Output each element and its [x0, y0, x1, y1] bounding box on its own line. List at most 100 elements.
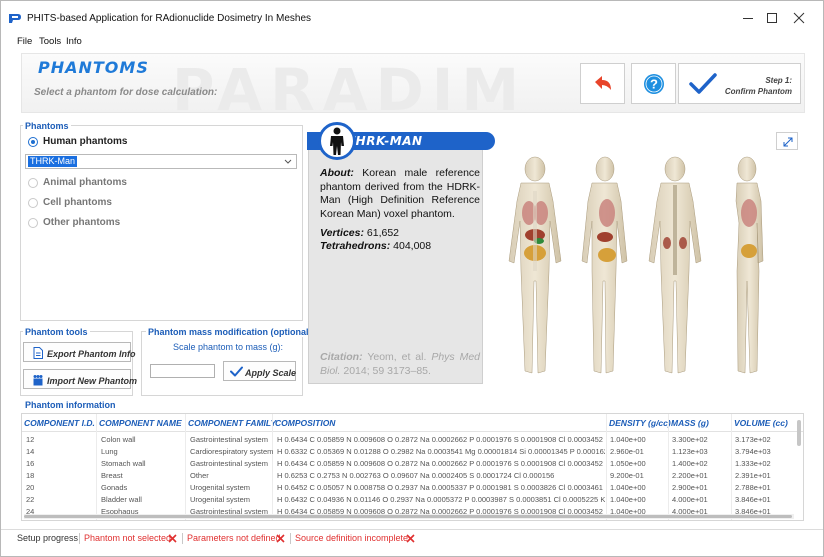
phantom-avatar — [318, 122, 356, 160]
menu-tools[interactable]: Tools — [39, 36, 61, 47]
title-bar[interactable]: PHITS-based Application for RAdionuclide… — [1, 1, 823, 35]
app-logo-icon — [9, 14, 21, 23]
expand-view-button[interactable] — [776, 132, 798, 150]
table-row[interactable]: 12 Colon wall Gastrointestinal system H 0.6… — [22, 434, 797, 446]
phantom-select[interactable]: THRK-Man — [25, 154, 297, 169]
cell-composition: H 0.6452 C 0.05057 N 0.008758 O 0.2937 N… — [277, 483, 605, 492]
cell-density: 1.050e+00 — [610, 459, 646, 468]
selected-phantom-value: THRK-Man — [28, 156, 78, 167]
chevron-down-icon — [284, 159, 292, 164]
cell-component-id: 18 — [26, 471, 35, 480]
header-watermark: PARADIM — [172, 56, 528, 113]
mass-modification-label: Phantom mass modification (optional) — [146, 327, 314, 337]
cell-density: 1.040e+00 — [610, 483, 646, 492]
close-icon[interactable] — [792, 11, 806, 25]
cell-volume: 3.794e+03 — [735, 447, 771, 456]
scroll-thumb[interactable] — [24, 515, 792, 518]
export-phantom-info-button[interactable]: Export Phantom Info — [23, 342, 136, 362]
col-composition[interactable]: COMPOSITION — [275, 418, 335, 428]
back-button[interactable] — [580, 63, 625, 104]
col-mass[interactable]: MASS (g) — [671, 418, 709, 428]
cell-composition: H 0.6332 C 0.05369 N 0.01288 O 0.2982 Na… — [277, 447, 605, 456]
cell-mass: 2.900e+01 — [672, 483, 708, 492]
undo-arrow-icon — [595, 76, 611, 90]
question-mark-icon: ? — [644, 74, 664, 94]
table-row[interactable]: 16 Stomach wall Gastrointestinal system H 0… — [22, 458, 797, 470]
step-number: Step 1: — [765, 76, 792, 85]
cell-composition: H 0.6432 C 0.04936 N 0.01146 O 0.2937 Na… — [277, 495, 605, 504]
svg-text:?: ? — [650, 77, 658, 92]
app-window: PHITS-based Application for RAdionuclide… — [0, 0, 824, 557]
cell-component-id: 22 — [26, 495, 35, 504]
phantom-info-table[interactable]: COMPONENT I.D. COMPONENT NAME COMPONENT … — [21, 413, 804, 521]
cell-component-name: Colon wall — [101, 435, 136, 444]
radio-dot — [28, 137, 38, 147]
scale-mass-label: Scale phantom to mass (g): — [173, 342, 284, 352]
cell-component-id: 16 — [26, 459, 35, 468]
table-row[interactable]: 22 Bladder wall Urogenital system H 0.6432 … — [22, 494, 797, 506]
import-new-phantom-button[interactable]: Import New Phantom — [23, 369, 137, 389]
phantom-3d-view[interactable] — [495, 151, 785, 391]
page-header: PARADIM PHANTOMS Select a phantom for do… — [21, 53, 805, 113]
vertices-label: Vertices: — [320, 227, 364, 239]
maximize-icon[interactable] — [765, 11, 779, 25]
table-row[interactable]: 20 Gonads Urogenital system H 0.6452 C 0.05… — [22, 482, 797, 494]
phantoms-group-label: Phantoms — [23, 121, 71, 131]
error-x-icon — [406, 534, 415, 543]
col-component-family[interactable]: COMPONENT FAMILY — [188, 418, 276, 428]
cell-component-name: Lung — [101, 447, 118, 456]
phantom-oblique-view — [581, 156, 628, 374]
apply-scale-label: Apply Scale — [245, 368, 297, 378]
confirm-phantom-button[interactable]: Step 1: Confirm Phantom — [678, 63, 801, 104]
cell-composition: H 0.6434 C 0.05859 N 0.009608 O 0.2872 N… — [277, 459, 605, 468]
menu-info[interactable]: Info — [66, 36, 82, 47]
tetrahedrons-stat: Tetrahedrons: 404,008 — [320, 240, 431, 252]
phantom-information-label: Phantom information — [23, 400, 118, 410]
window-title: PHITS-based Application for RAdionuclide… — [27, 13, 312, 24]
col-density[interactable]: DENSITY (g/cc) — [609, 418, 671, 428]
radio-dot — [28, 218, 38, 228]
cell-volume: 3.846e+01 — [735, 495, 771, 504]
setup-progress-label: Setup progress — [17, 533, 79, 543]
menu-bar: File Tools Info — [1, 35, 823, 49]
col-volume[interactable]: VOLUME (cc) — [734, 418, 788, 428]
radio-label: Animal phantoms — [43, 177, 127, 188]
cell-component-id: 20 — [26, 483, 35, 492]
apply-scale-button[interactable]: Apply Scale — [223, 361, 296, 381]
import-new-phantom-label: Import New Phantom — [47, 376, 138, 386]
cell-density: 2.960e-01 — [610, 447, 644, 456]
menu-file[interactable]: File — [17, 36, 32, 47]
mass-input[interactable] — [150, 364, 215, 378]
table-horizontal-scrollbar[interactable] — [24, 514, 794, 519]
cell-mass: 3.300e+02 — [672, 435, 708, 444]
cell-component-name: Bladder wall — [101, 495, 142, 504]
error-x-icon — [276, 534, 285, 543]
radio-dot — [28, 178, 38, 188]
radio-label: Human phantoms — [43, 136, 128, 147]
col-component-name[interactable]: COMPONENT NAME — [99, 418, 182, 428]
cell-component-name: Breast — [101, 471, 123, 480]
cell-volume: 3.173e+02 — [735, 435, 771, 444]
tetrahedrons-value: 404,008 — [393, 240, 432, 252]
step-action: Confirm Phantom — [724, 87, 792, 96]
check-mark-icon — [230, 366, 243, 377]
cell-volume: 1.333e+02 — [735, 459, 771, 468]
table-row[interactable]: 18 Breast Other H 0.6253 C 0.2753 N 0.00276… — [22, 470, 797, 482]
people-group-icon — [33, 375, 43, 386]
cell-density: 1.040e+00 — [610, 435, 646, 444]
human-figure-icon — [330, 127, 344, 155]
check-mark-icon — [689, 73, 717, 94]
phantom-about: About: Korean male reference phantom der… — [320, 167, 480, 221]
table-row[interactable]: 14 Lung Cardiorespiratory system H 0.6332 C… — [22, 446, 797, 458]
scroll-thumb[interactable] — [797, 420, 801, 446]
status-divider — [290, 533, 291, 544]
cell-component-family: Gastrointestinal system — [190, 459, 268, 468]
status-phantom-not-selected: Phantom not selected — [84, 533, 172, 543]
cell-composition: H 0.6253 C 0.2753 N 0.002763 O 0.09607 N… — [277, 471, 555, 480]
radio-dot — [28, 198, 38, 208]
table-vertical-scrollbar[interactable] — [796, 416, 802, 511]
minimize-icon[interactable] — [741, 11, 755, 25]
col-component-id[interactable]: COMPONENT I.D. — [24, 418, 95, 428]
help-button[interactable]: ? — [631, 63, 676, 104]
cell-mass: 1.123e+03 — [672, 447, 708, 456]
